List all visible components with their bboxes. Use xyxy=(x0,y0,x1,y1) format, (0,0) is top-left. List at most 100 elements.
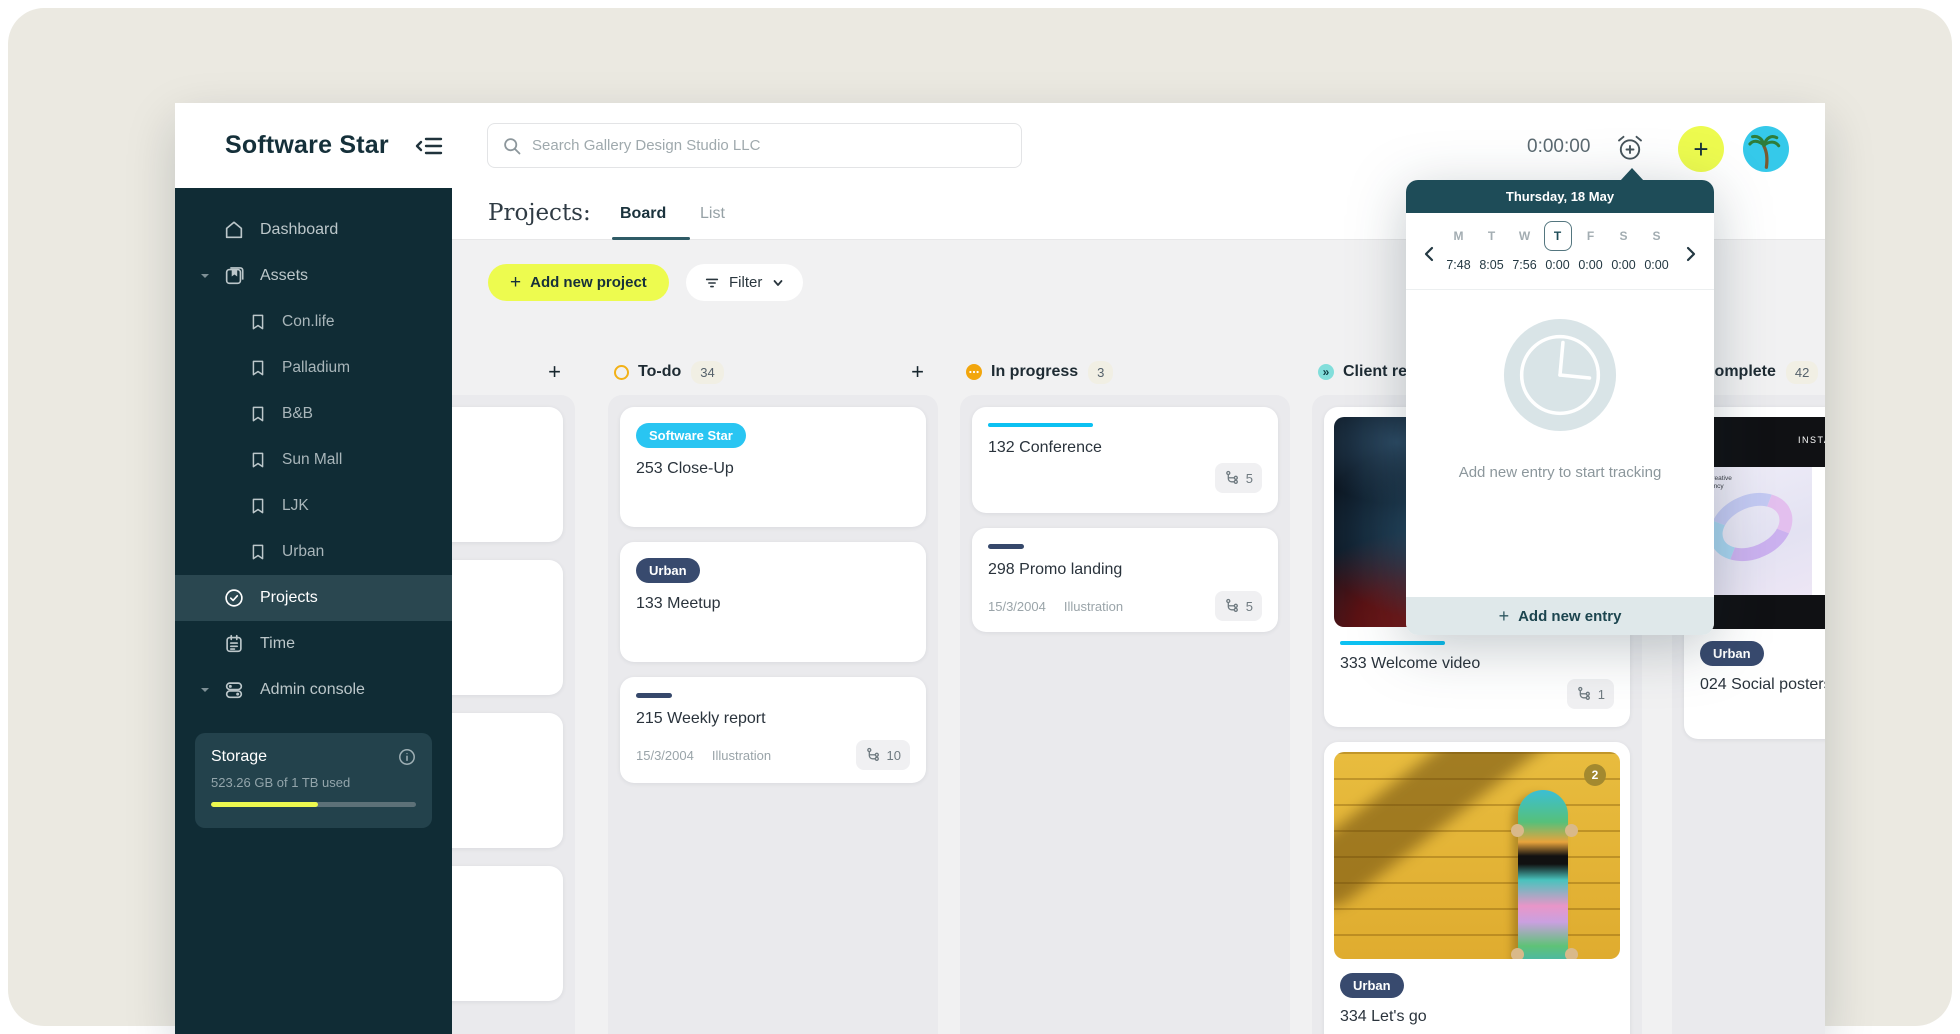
sidebar-item-urban[interactable]: Urban xyxy=(175,529,452,575)
tab-list[interactable]: List xyxy=(700,205,725,223)
task-date: 15/3/2004 xyxy=(988,598,1046,614)
filter-button[interactable]: Filter xyxy=(686,264,804,301)
subtasks-icon xyxy=(866,747,879,761)
sidebar-item-admin-console[interactable]: Admin console xyxy=(175,667,452,713)
calendar-icon xyxy=(223,633,245,655)
user-avatar[interactable] xyxy=(1743,126,1789,172)
collapse-sidebar-icon xyxy=(415,137,443,155)
tracker-week-row: M 7:48 T 8:05 W 7:56 T 0:00 F 0:00 S 0:0… xyxy=(1406,213,1714,290)
task-card[interactable]: 2 Urban 334 Let's go xyxy=(1324,742,1630,1034)
column-todo: Software Star 253 Close-Up Urban 133 Mee… xyxy=(608,395,938,1034)
task-card[interactable]: 215 Weekly report 15/3/2004 Illustration… xyxy=(620,677,926,783)
task-title: 298 Promo landing xyxy=(988,561,1123,578)
add-new-project-button[interactable]: + Add new project xyxy=(488,264,669,301)
bookmark-icon xyxy=(248,358,268,378)
palm-avatar-image xyxy=(1748,134,1781,169)
add-new-entry-button[interactable]: + Add new entry xyxy=(1406,597,1714,635)
task-card[interactable]: 132 Conference 5 xyxy=(972,407,1278,513)
empty-card[interactable] xyxy=(452,713,563,848)
tab-board[interactable]: Board xyxy=(620,205,666,223)
column-count-badge: 3 xyxy=(1088,360,1114,384)
tracker-day[interactable]: F 0:00 xyxy=(1574,221,1607,272)
sidebar-item-projects[interactable]: Projects xyxy=(175,575,452,621)
storage-progress-track xyxy=(211,802,416,807)
home-icon xyxy=(223,219,245,241)
column-header-in-progress: In progress 3 xyxy=(966,355,1290,389)
column-header-untitled: + xyxy=(452,355,575,389)
column-header-todo: To-do 34 + xyxy=(614,355,938,389)
sidebar-item-bb[interactable]: B&B xyxy=(175,391,452,437)
project-tag-bar xyxy=(988,544,1024,549)
time-tracker-popup: Thursday, 18 May M 7:48 T 8:05 W 7:56 T … xyxy=(1406,168,1714,635)
project-tag: Software Star xyxy=(636,423,746,448)
timer-value: 0:00:00 xyxy=(1527,136,1591,157)
top-bar: Software Star 0:00:00 + xyxy=(175,103,1825,188)
project-tag: Urban xyxy=(636,558,700,583)
empty-card[interactable] xyxy=(452,407,563,542)
column-untitled xyxy=(452,395,575,1034)
subtasks-count: 5 xyxy=(1245,598,1253,614)
tracker-day-selected[interactable]: T 0:00 xyxy=(1541,221,1574,272)
bookmark-icon xyxy=(248,450,268,470)
sidebar-item-assets[interactable]: Assets xyxy=(175,253,452,299)
subtasks-icon xyxy=(1225,598,1238,612)
task-card[interactable]: 298 Promo landing 15/3/2004 Illustration… xyxy=(972,528,1278,632)
plus-icon: + xyxy=(510,271,522,293)
chevron-down-icon xyxy=(773,279,783,286)
task-category: Illustration xyxy=(1063,598,1124,614)
tracker-day[interactable]: S 0:00 xyxy=(1607,221,1640,272)
search-input[interactable] xyxy=(532,137,1021,154)
todo-status-icon xyxy=(614,364,629,380)
app-logo: Software Star xyxy=(225,131,389,159)
subtasks-icon xyxy=(1225,470,1238,484)
previous-week-button[interactable] xyxy=(1419,243,1441,265)
info-icon[interactable] xyxy=(398,748,416,766)
plus-icon: + xyxy=(1498,605,1510,626)
app-window: Software Star 0:00:00 + xyxy=(175,103,1825,1034)
time-tracker-button[interactable] xyxy=(1615,133,1645,163)
admin-toggles-icon xyxy=(223,679,245,701)
plus-icon: + xyxy=(1693,133,1709,164)
chevron-down-icon[interactable] xyxy=(199,270,211,282)
task-title: 215 Weekly report xyxy=(636,710,766,727)
poster-brand-text: INSTA xyxy=(1798,435,1825,445)
tracker-day[interactable]: M 7:48 xyxy=(1442,221,1475,272)
task-title: 253 Close-Up xyxy=(636,460,734,477)
sidebar-item-ljk[interactable]: LJK xyxy=(175,483,452,529)
subtasks-badge: 10 xyxy=(855,740,910,770)
bookmark-icon xyxy=(248,542,268,562)
column-count-badge: 42 xyxy=(1785,360,1819,384)
sidebar-item-time[interactable]: Time xyxy=(175,621,452,667)
task-card[interactable]: Software Star 253 Close-Up xyxy=(620,407,926,527)
tracker-day[interactable]: T 8:05 xyxy=(1475,221,1508,272)
alarm-clock-plus-icon xyxy=(1618,135,1642,160)
task-card[interactable]: Urban 133 Meetup xyxy=(620,542,926,662)
tracker-date-header: Thursday, 18 May xyxy=(1406,180,1714,213)
search-icon xyxy=(502,136,522,156)
card-image-skateboard: 2 xyxy=(1334,752,1620,959)
sidebar-item-conlife[interactable]: Con.life xyxy=(175,299,452,345)
empty-card[interactable] xyxy=(452,560,563,695)
task-title: 334 Let's go xyxy=(1340,1008,1427,1025)
empty-card[interactable] xyxy=(452,866,563,1001)
sidebar-collapse-button[interactable] xyxy=(415,133,443,159)
add-card-button[interactable]: + xyxy=(548,359,561,385)
in-progress-status-icon xyxy=(966,364,982,380)
bookmark-icon xyxy=(248,404,268,424)
assets-icon xyxy=(223,265,245,287)
page-title: Projects: xyxy=(488,200,591,226)
add-card-button[interactable]: + xyxy=(911,359,924,385)
subtasks-icon xyxy=(1577,686,1590,700)
column-in-progress: 132 Conference 5 298 Promo landing 15/3/… xyxy=(960,395,1290,1034)
chevron-down-icon[interactable] xyxy=(199,684,211,696)
sidebar-item-palladium[interactable]: Palladium xyxy=(175,345,452,391)
tracker-day[interactable]: W 7:56 xyxy=(1508,221,1541,272)
tracker-day[interactable]: S 0:00 xyxy=(1640,221,1673,272)
subtasks-badge: 5 xyxy=(1214,463,1262,493)
sidebar-item-dashboard[interactable]: Dashboard xyxy=(175,207,452,253)
quick-add-button[interactable]: + xyxy=(1678,126,1724,172)
sidebar-item-sun-mall[interactable]: Sun Mall xyxy=(175,437,452,483)
task-title: 133 Meetup xyxy=(636,595,721,612)
next-week-button[interactable] xyxy=(1679,243,1701,265)
project-tag-bar xyxy=(1340,641,1445,645)
